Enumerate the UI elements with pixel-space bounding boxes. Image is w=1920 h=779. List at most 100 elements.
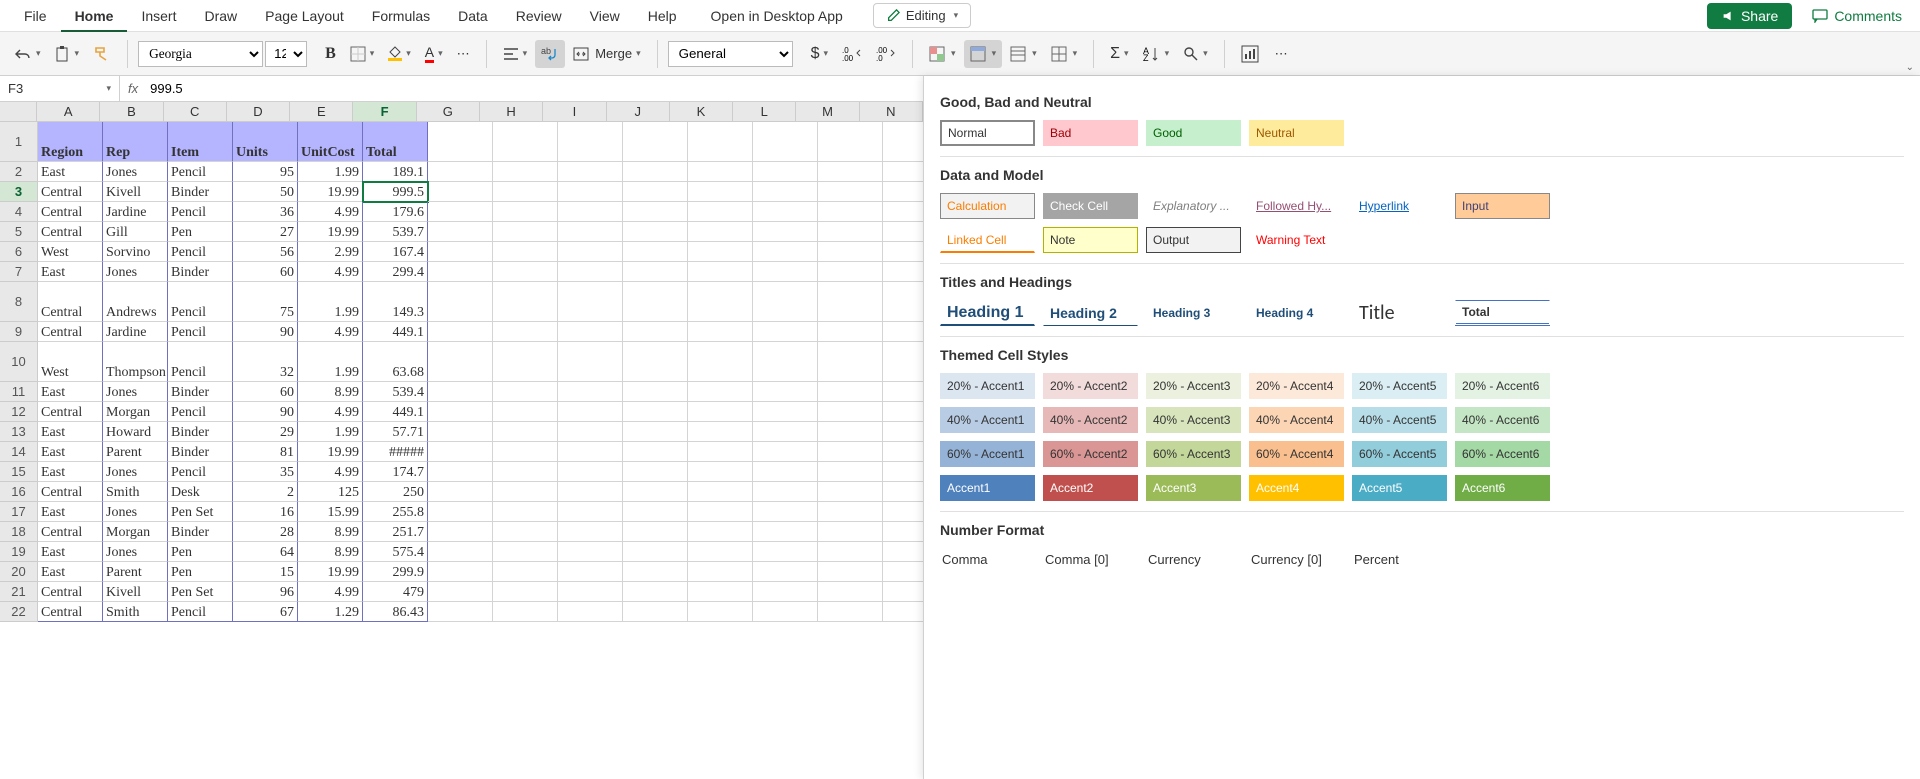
cell-A14[interactable]: East <box>38 442 103 462</box>
style-followed-link[interactable]: Followed Hy... <box>1249 193 1344 219</box>
cell-B17[interactable]: Jones <box>103 502 168 522</box>
cell-F19[interactable]: 575.4 <box>363 542 428 562</box>
cell-K21[interactable] <box>688 582 753 602</box>
cell-K4[interactable] <box>688 202 753 222</box>
cell-H21[interactable] <box>493 582 558 602</box>
cell-I9[interactable] <box>558 322 623 342</box>
cell-A17[interactable]: East <box>38 502 103 522</box>
cell-I22[interactable] <box>558 602 623 622</box>
row-header-10[interactable]: 10 <box>0 342 38 382</box>
cell-G12[interactable] <box>428 402 493 422</box>
style-heading3[interactable]: Heading 3 <box>1146 300 1241 326</box>
cell-C12[interactable]: Pencil <box>168 402 233 422</box>
row-header-22[interactable]: 22 <box>0 602 38 622</box>
style-accent3[interactable]: Accent3 <box>1146 475 1241 501</box>
cell-G15[interactable] <box>428 462 493 482</box>
cell-N15[interactable] <box>883 462 923 482</box>
cell-B3[interactable]: Kivell <box>103 182 168 202</box>
cell-B20[interactable]: Parent <box>103 562 168 582</box>
cell-J6[interactable] <box>623 242 688 262</box>
decrease-decimal-button[interactable]: .0.00 <box>836 40 868 68</box>
cell-G11[interactable] <box>428 382 493 402</box>
style-heading1[interactable]: Heading 1 <box>940 300 1035 326</box>
cell-D16[interactable]: 2 <box>233 482 298 502</box>
row-header-5[interactable]: 5 <box>0 222 38 242</box>
style-input[interactable]: Input <box>1455 193 1550 219</box>
style-good[interactable]: Good <box>1146 120 1241 146</box>
cell-M18[interactable] <box>818 522 883 542</box>
style-40-accent6[interactable]: 40% - Accent6 <box>1455 407 1550 433</box>
cell-N13[interactable] <box>883 422 923 442</box>
cell-B2[interactable]: Jones <box>103 162 168 182</box>
cell-H18[interactable] <box>493 522 558 542</box>
insert-cells-button[interactable]: ▾ <box>1045 40 1084 68</box>
cell-E2[interactable]: 1.99 <box>298 162 363 182</box>
col-header-I[interactable]: I <box>543 102 606 121</box>
cell-E11[interactable]: 8.99 <box>298 382 363 402</box>
cell-B4[interactable]: Jardine <box>103 202 168 222</box>
cell-I16[interactable] <box>558 482 623 502</box>
style-40-accent1[interactable]: 40% - Accent1 <box>940 407 1035 433</box>
undo-button[interactable]: ▾ <box>8 40 47 68</box>
col-header-L[interactable]: L <box>733 102 796 121</box>
cell-A6[interactable]: West <box>38 242 103 262</box>
row-header-7[interactable]: 7 <box>0 262 38 282</box>
cell-I11[interactable] <box>558 382 623 402</box>
cell-J22[interactable] <box>623 602 688 622</box>
row-header-3[interactable]: 3 <box>0 182 38 202</box>
cell-A22[interactable]: Central <box>38 602 103 622</box>
cell-B21[interactable]: Kivell <box>103 582 168 602</box>
currency-button[interactable]: $▾ <box>805 40 834 68</box>
cell-B18[interactable]: Morgan <box>103 522 168 542</box>
style-check-cell[interactable]: Check Cell <box>1043 193 1138 219</box>
cell-G13[interactable] <box>428 422 493 442</box>
cell-H15[interactable] <box>493 462 558 482</box>
cell-F20[interactable]: 299.9 <box>363 562 428 582</box>
menu-home[interactable]: Home <box>61 2 128 32</box>
cell-F22[interactable]: 86.43 <box>363 602 428 622</box>
col-header-J[interactable]: J <box>607 102 670 121</box>
cell-J21[interactable] <box>623 582 688 602</box>
cell-F14[interactable]: ##### <box>363 442 428 462</box>
cell-L16[interactable] <box>753 482 818 502</box>
cell-H9[interactable] <box>493 322 558 342</box>
cell-K7[interactable] <box>688 262 753 282</box>
cell-G19[interactable] <box>428 542 493 562</box>
cell-E19[interactable]: 8.99 <box>298 542 363 562</box>
cell-B7[interactable]: Jones <box>103 262 168 282</box>
cell-N5[interactable] <box>883 222 923 242</box>
fill-color-button[interactable]: ▾ <box>382 40 417 68</box>
cell-L7[interactable] <box>753 262 818 282</box>
cell-J14[interactable] <box>623 442 688 462</box>
cell-A16[interactable]: Central <box>38 482 103 502</box>
cell-J18[interactable] <box>623 522 688 542</box>
cell-B15[interactable]: Jones <box>103 462 168 482</box>
cell-I12[interactable] <box>558 402 623 422</box>
cell-I5[interactable] <box>558 222 623 242</box>
format-table-button[interactable]: ▾ <box>1004 40 1043 68</box>
style-accent2[interactable]: Accent2 <box>1043 475 1138 501</box>
cell-D18[interactable]: 28 <box>233 522 298 542</box>
find-button[interactable]: ▾ <box>1177 40 1214 68</box>
row-header-21[interactable]: 21 <box>0 582 38 602</box>
cell-F8[interactable]: 149.3 <box>363 282 428 322</box>
style-heading2[interactable]: Heading 2 <box>1043 300 1138 326</box>
cell-E13[interactable]: 1.99 <box>298 422 363 442</box>
cell-K2[interactable] <box>688 162 753 182</box>
row-header-4[interactable]: 4 <box>0 202 38 222</box>
style-40-accent5[interactable]: 40% - Accent5 <box>1352 407 1447 433</box>
cell-B1[interactable]: Rep <box>103 122 168 162</box>
cell-C13[interactable]: Binder <box>168 422 233 442</box>
bold-button[interactable]: B <box>319 40 342 68</box>
style-40-accent2[interactable]: 40% - Accent2 <box>1043 407 1138 433</box>
cell-D2[interactable]: 95 <box>233 162 298 182</box>
cell-I3[interactable] <box>558 182 623 202</box>
cell-N12[interactable] <box>883 402 923 422</box>
cell-J8[interactable] <box>623 282 688 322</box>
cell-L12[interactable] <box>753 402 818 422</box>
cell-E21[interactable]: 4.99 <box>298 582 363 602</box>
style-accent1[interactable]: Accent1 <box>940 475 1035 501</box>
cell-C19[interactable]: Pen <box>168 542 233 562</box>
cell-N2[interactable] <box>883 162 923 182</box>
cell-A13[interactable]: East <box>38 422 103 442</box>
